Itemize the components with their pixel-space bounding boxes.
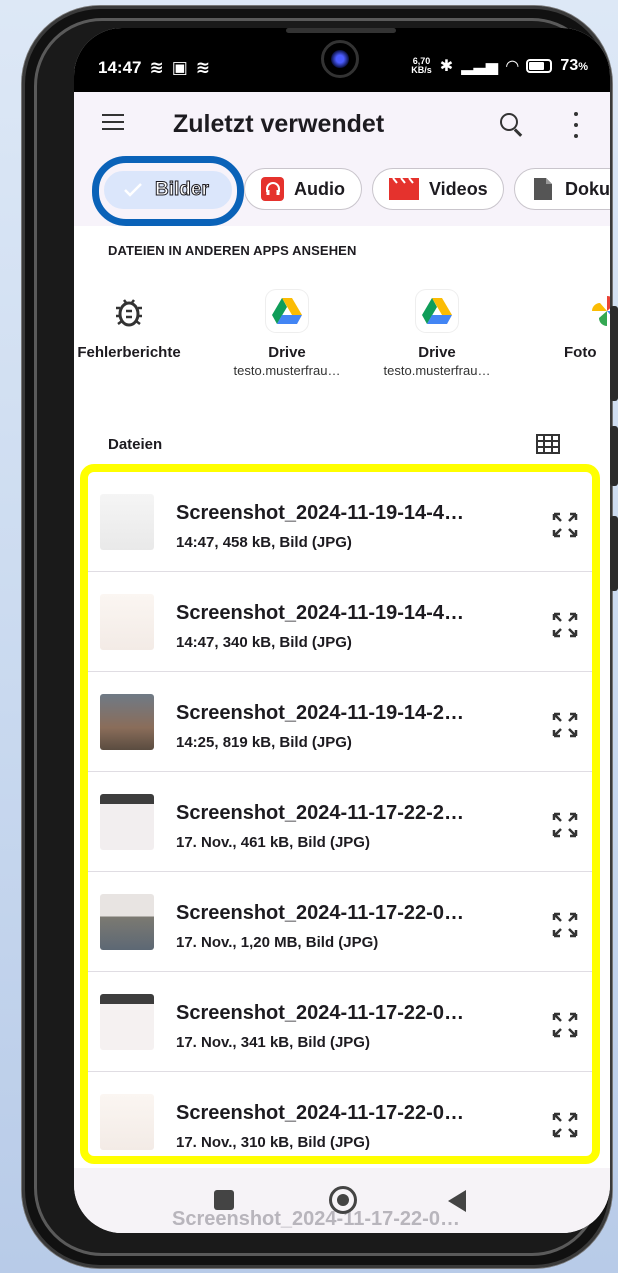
chip-dokumente[interactable]: Doku xyxy=(514,168,610,210)
file-thumbnail xyxy=(100,594,154,650)
bug-icon xyxy=(108,290,150,332)
notification-icon: ≋ xyxy=(149,58,164,77)
side-button xyxy=(610,516,618,591)
expand-icon[interactable] xyxy=(550,810,580,840)
expand-icon[interactable] xyxy=(550,610,580,640)
expand-icon[interactable] xyxy=(550,510,580,540)
expand-icon[interactable] xyxy=(550,710,580,740)
file-meta: 14:47, 458 kB, Bild (JPG) xyxy=(176,534,352,551)
file-meta: 17. Nov., 310 kB, Bild (JPG) xyxy=(176,1134,370,1151)
power-button xyxy=(610,426,618,486)
file-row[interactable]: Screenshot_2024-11-17-22-2… 17. Nov., 461… xyxy=(88,772,592,872)
battery-value: 73 xyxy=(560,57,579,74)
battery-unit: % xyxy=(578,61,588,73)
file-name: Screenshot_2024-11-17-22-0… xyxy=(176,902,464,924)
nav-bar xyxy=(74,1178,610,1228)
sim-icon: ▣ xyxy=(171,58,188,77)
file-thumbnail xyxy=(100,494,154,550)
status-bar: 14:47 ≋ ▣ ≋ 6,70 KB/s ✱ ▂▃▅ ◠ 73% xyxy=(74,28,610,92)
volume-button xyxy=(610,306,618,401)
file-meta: 17. Nov., 1,20 MB, Bild (JPG) xyxy=(176,934,379,951)
app-name: Foto xyxy=(564,344,597,361)
front-camera xyxy=(321,40,359,78)
file-meta: 14:25, 819 kB, Bild (JPG) xyxy=(176,734,352,751)
file-row[interactable]: Screenshot_2024-11-19-14-4… 14:47, 340 kB… xyxy=(88,572,592,672)
google-photos-icon xyxy=(586,290,610,332)
back-button[interactable] xyxy=(448,1190,466,1212)
headphones-icon xyxy=(261,177,284,201)
chip-label: Audio xyxy=(294,178,345,199)
other-apps-title: DATEIEN IN ANDEREN APPS ANSEHEN xyxy=(108,243,357,258)
app-name: Drive xyxy=(268,344,306,361)
file-row[interactable]: Screenshot_2024-11-19-14-4… 14:47, 458 kB… xyxy=(88,472,592,572)
document-icon xyxy=(531,177,555,201)
app-fehlerberichte[interactable]: Fehlerberichte xyxy=(74,290,204,361)
file-name: Screenshot_2024-11-19-14-4… xyxy=(176,502,464,524)
search-icon[interactable] xyxy=(497,110,527,140)
file-row[interactable]: Screenshot_2024-11-17-22-0… 17. Nov., 341… xyxy=(88,972,592,1072)
file-row[interactable]: Screenshot_2024-11-19-14-2… 14:25, 819 kB… xyxy=(88,672,592,772)
google-drive-icon xyxy=(266,290,308,332)
file-meta: 17. Nov., 341 kB, Bild (JPG) xyxy=(176,1034,370,1051)
file-name: Screenshot_2024-11-17-22-0… xyxy=(176,1002,464,1024)
hamburger-menu-icon[interactable] xyxy=(102,114,124,132)
app-account: testo.musterfrau… xyxy=(233,363,341,378)
battery-level: 73% xyxy=(560,57,588,75)
network-speed-unit: KB/s xyxy=(411,65,432,75)
file-thumbnail xyxy=(100,694,154,750)
file-name: Screenshot_2024-11-17-22-2… xyxy=(176,802,464,824)
bluetooth-icon: ✱ xyxy=(439,58,454,75)
other-apps-row: Fehlerberichte Drive testo.musterfrau… D… xyxy=(74,290,610,410)
app-drive-2[interactable]: Drive testo.musterfrau… xyxy=(362,290,512,378)
status-time: 14:47 xyxy=(98,58,142,77)
status-right: 6,70 KB/s ✱ ▂▃▅ ◠ 73% xyxy=(411,56,588,76)
app-fotos[interactable]: Foto xyxy=(512,290,610,361)
battery-icon xyxy=(526,59,553,73)
app-name: Fehlerberichte xyxy=(77,344,181,361)
clapperboard-icon xyxy=(389,177,419,201)
file-name: Screenshot_2024-11-17-22-0… xyxy=(176,1102,464,1124)
phone-screen: 14:47 ≋ ▣ ≋ 6,70 KB/s ✱ ▂▃▅ ◠ 73% Zuletz… xyxy=(74,28,610,1233)
chip-label: Videos xyxy=(429,178,488,199)
expand-icon[interactable] xyxy=(550,910,580,940)
file-meta: 17. Nov., 461 kB, Bild (JPG) xyxy=(176,834,370,851)
page-title: Zuletzt verwendet xyxy=(173,110,385,138)
recents-button[interactable] xyxy=(214,1190,234,1210)
app-drive-1[interactable]: Drive testo.musterfrau… xyxy=(212,290,362,378)
chip-label: Doku xyxy=(565,178,610,199)
file-row[interactable]: Screenshot_2024-11-17-22-0… 17. Nov., 310… xyxy=(88,1072,592,1156)
filter-chips: Bilder Audio Videos Doku xyxy=(74,156,610,226)
phone-frame: 14:47 ≋ ▣ ≋ 6,70 KB/s ✱ ▂▃▅ ◠ 73% Zuletz… xyxy=(22,6,618,1268)
expand-icon[interactable] xyxy=(550,1110,580,1140)
chip-videos[interactable]: Videos xyxy=(372,168,504,210)
check-icon xyxy=(121,178,145,202)
chip-bilder[interactable]: Bilder xyxy=(104,171,232,209)
files-header: Dateien xyxy=(108,436,163,453)
grid-view-icon[interactable] xyxy=(536,434,560,454)
file-row[interactable]: Screenshot_2024-11-17-22-0… 17. Nov., 1,2… xyxy=(88,872,592,972)
file-thumbnail xyxy=(100,794,154,850)
wifi-icon: ◠ xyxy=(506,58,519,75)
chip-label: Bilder xyxy=(155,179,210,201)
app-bar: Zuletzt verwendet xyxy=(74,92,610,156)
status-left: 14:47 ≋ ▣ ≋ xyxy=(98,58,210,78)
network-speed: 6,70 KB/s xyxy=(411,57,432,75)
expand-icon[interactable] xyxy=(550,1010,580,1040)
notification-icon: ≋ xyxy=(195,58,211,77)
file-thumbnail xyxy=(100,1094,154,1150)
file-thumbnail xyxy=(100,994,154,1050)
earpiece-speaker xyxy=(286,28,396,33)
google-drive-icon xyxy=(416,290,458,332)
file-thumbnail xyxy=(100,894,154,950)
home-button[interactable] xyxy=(329,1186,357,1214)
file-name: Screenshot_2024-11-19-14-2… xyxy=(176,702,464,724)
file-name: Screenshot_2024-11-19-14-4… xyxy=(176,602,464,624)
file-meta: 14:47, 340 kB, Bild (JPG) xyxy=(176,634,352,651)
app-account: testo.musterfrau… xyxy=(383,363,491,378)
chip-audio[interactable]: Audio xyxy=(244,168,362,210)
app-name: Drive xyxy=(418,344,456,361)
more-vert-icon[interactable] xyxy=(570,112,582,138)
signal-icon: ▂▃▅ xyxy=(461,58,499,75)
file-list: Screenshot_2024-11-19-14-4… 14:47, 458 kB… xyxy=(80,464,600,1164)
